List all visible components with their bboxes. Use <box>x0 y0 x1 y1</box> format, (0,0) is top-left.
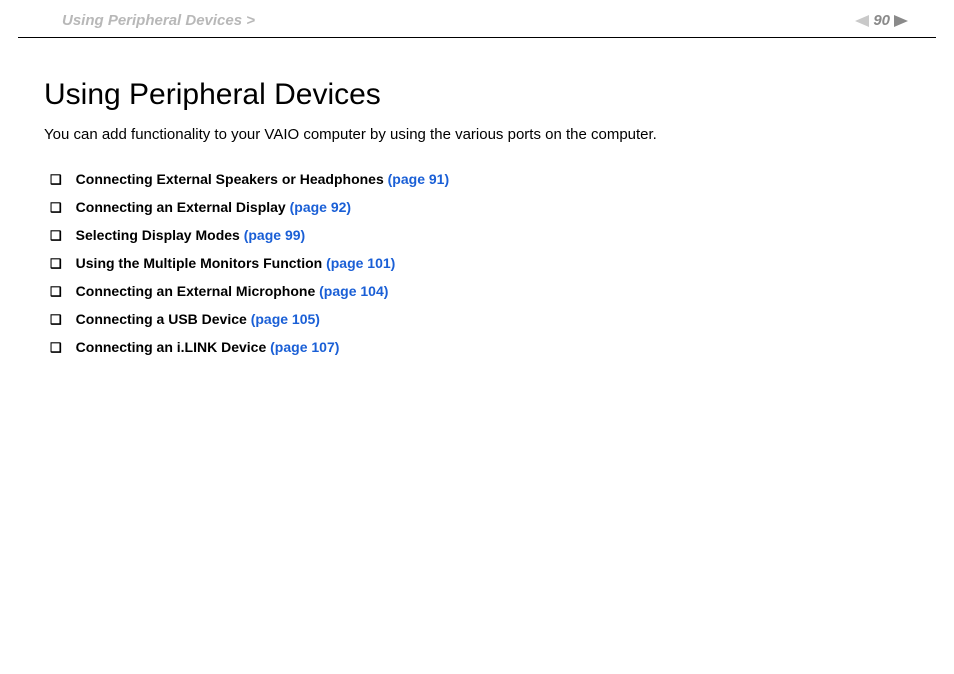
page-link[interactable]: (page 104) <box>319 283 388 299</box>
bullet-icon: ❑ <box>50 199 62 217</box>
toc-item: ❑ Connecting an i.LINK Device (page 107) <box>50 339 910 357</box>
page-link[interactable]: (page 92) <box>290 199 351 215</box>
toc-item: ❑ Connecting a USB Device (page 105) <box>50 311 910 329</box>
toc-label: Selecting Display Modes <box>76 227 240 243</box>
toc-entry: Using the Multiple Monitors Function (pa… <box>76 255 396 271</box>
bullet-icon: ❑ <box>50 283 62 301</box>
toc-entry: Connecting an i.LINK Device (page 107) <box>76 339 340 355</box>
page-link[interactable]: (page 99) <box>244 227 305 243</box>
toc-label: Connecting a USB Device <box>76 311 247 327</box>
bullet-icon: ❑ <box>50 227 62 245</box>
bullet-icon: ❑ <box>50 171 62 189</box>
toc-entry: Connecting an External Microphone (page … <box>76 283 389 299</box>
toc-entry: Selecting Display Modes (page 99) <box>76 227 306 243</box>
page-link[interactable]: (page 91) <box>388 171 449 187</box>
toc-entry: Connecting an External Display (page 92) <box>76 199 351 215</box>
next-arrow-icon[interactable] <box>894 15 908 27</box>
page-link[interactable]: (page 107) <box>270 339 339 355</box>
toc-label: Connecting an External Display <box>76 199 286 215</box>
intro-text: You can add functionality to your VAIO c… <box>44 126 910 143</box>
toc-item: ❑ Connecting an External Microphone (pag… <box>50 283 910 301</box>
prev-arrow-icon[interactable] <box>855 15 869 27</box>
page-number: 90 <box>873 12 890 29</box>
header-bar: Using Peripheral Devices > 90 <box>18 0 936 38</box>
toc-label: Connecting an External Microphone <box>76 283 316 299</box>
toc-label: Connecting External Speakers or Headphon… <box>76 171 384 187</box>
bullet-icon: ❑ <box>50 255 62 273</box>
toc-label: Using the Multiple Monitors Function <box>76 255 323 271</box>
page-title: Using Peripheral Devices <box>44 78 910 112</box>
toc-label: Connecting an i.LINK Device <box>76 339 267 355</box>
breadcrumb: Using Peripheral Devices > <box>62 12 255 29</box>
page-link[interactable]: (page 105) <box>251 311 320 327</box>
toc-item: ❑ Connecting External Speakers or Headph… <box>50 171 910 189</box>
toc-item: ❑ Connecting an External Display (page 9… <box>50 199 910 217</box>
toc-item: ❑ Selecting Display Modes (page 99) <box>50 227 910 245</box>
toc-list: ❑ Connecting External Speakers or Headph… <box>44 171 910 357</box>
toc-item: ❑ Using the Multiple Monitors Function (… <box>50 255 910 273</box>
toc-entry: Connecting External Speakers or Headphon… <box>76 171 449 187</box>
pager: 90 <box>855 12 908 29</box>
bullet-icon: ❑ <box>50 339 62 357</box>
page-link[interactable]: (page 101) <box>326 255 395 271</box>
bullet-icon: ❑ <box>50 311 62 329</box>
content: Using Peripheral Devices You can add fun… <box>0 38 954 357</box>
toc-entry: Connecting a USB Device (page 105) <box>76 311 320 327</box>
